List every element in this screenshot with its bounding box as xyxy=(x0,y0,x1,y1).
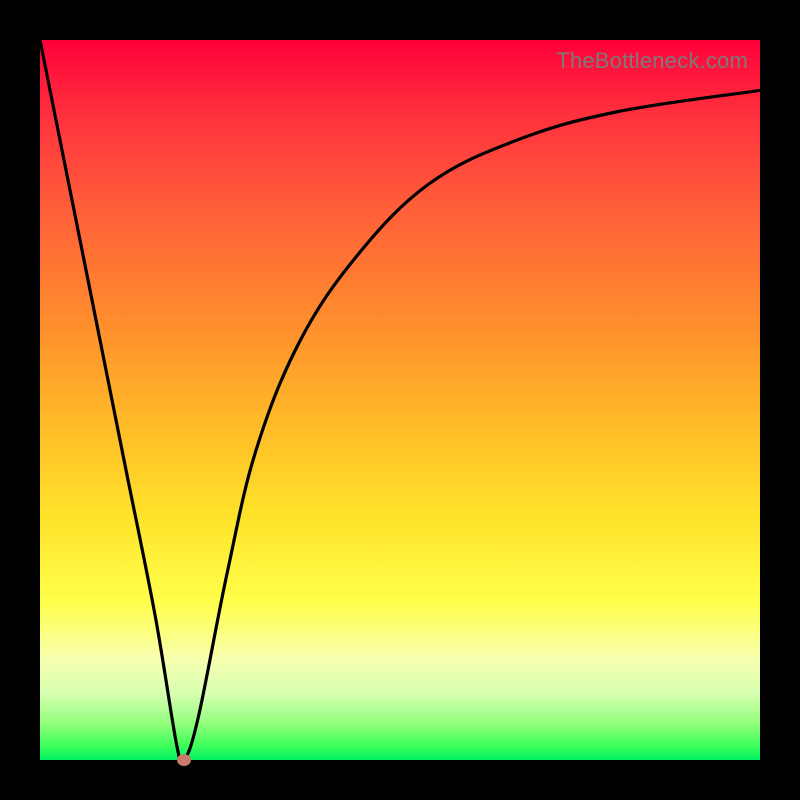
bottleneck-curve xyxy=(40,40,760,760)
chart-frame: TheBottleneck.com xyxy=(0,0,800,800)
optimal-point-marker xyxy=(177,754,191,766)
plot-area: TheBottleneck.com xyxy=(40,40,760,760)
